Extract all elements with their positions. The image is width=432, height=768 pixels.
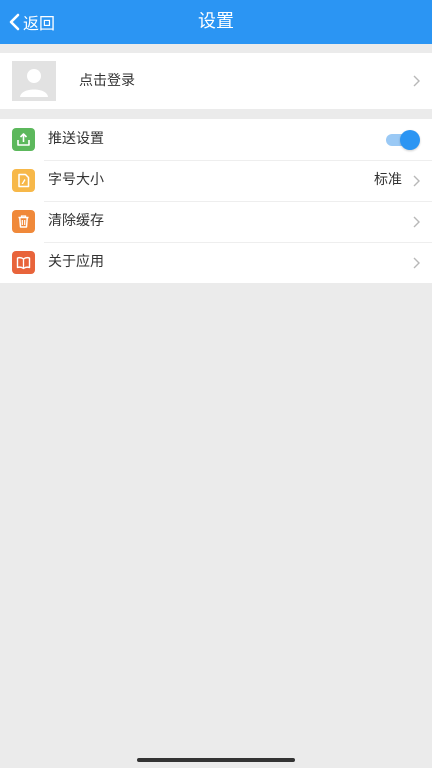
login-row[interactable]: 点击登录 [0, 53, 432, 109]
clear-cache-row[interactable]: 清除缓存 [0, 201, 432, 242]
back-button-label: 返回 [23, 14, 56, 33]
settings-menu: 推送设置 字号大小 标准 清除缓存 关于应用 [0, 119, 432, 283]
avatar-placeholder-icon [12, 61, 56, 101]
chevron-right-icon [413, 75, 420, 87]
about-app-label: 关于应用 [48, 254, 104, 270]
clear-cache-label: 清除缓存 [48, 213, 104, 229]
page-title: 设置 [198, 11, 234, 32]
chevron-left-icon [8, 13, 20, 31]
font-size-label: 字号大小 [48, 172, 104, 188]
document-icon [12, 169, 35, 192]
home-indicator[interactable] [137, 758, 295, 762]
trash-icon [12, 210, 35, 233]
font-size-row[interactable]: 字号大小 标准 [0, 160, 432, 201]
push-settings-label: 推送设置 [48, 131, 104, 147]
push-toggle[interactable] [386, 130, 420, 150]
upload-icon [12, 128, 35, 151]
chevron-right-icon [413, 175, 420, 187]
navigation-bar: 返回 设置 [0, 0, 432, 44]
about-app-row[interactable]: 关于应用 [0, 242, 432, 283]
login-label: 点击登录 [79, 73, 135, 89]
book-icon [12, 251, 35, 274]
chevron-right-icon [413, 216, 420, 228]
toggle-thumb [400, 130, 420, 150]
chevron-right-icon [413, 257, 420, 269]
back-button[interactable]: 返回 [8, 0, 55, 44]
push-settings-row: 推送设置 [0, 119, 432, 160]
font-size-value: 标准 [374, 172, 402, 188]
